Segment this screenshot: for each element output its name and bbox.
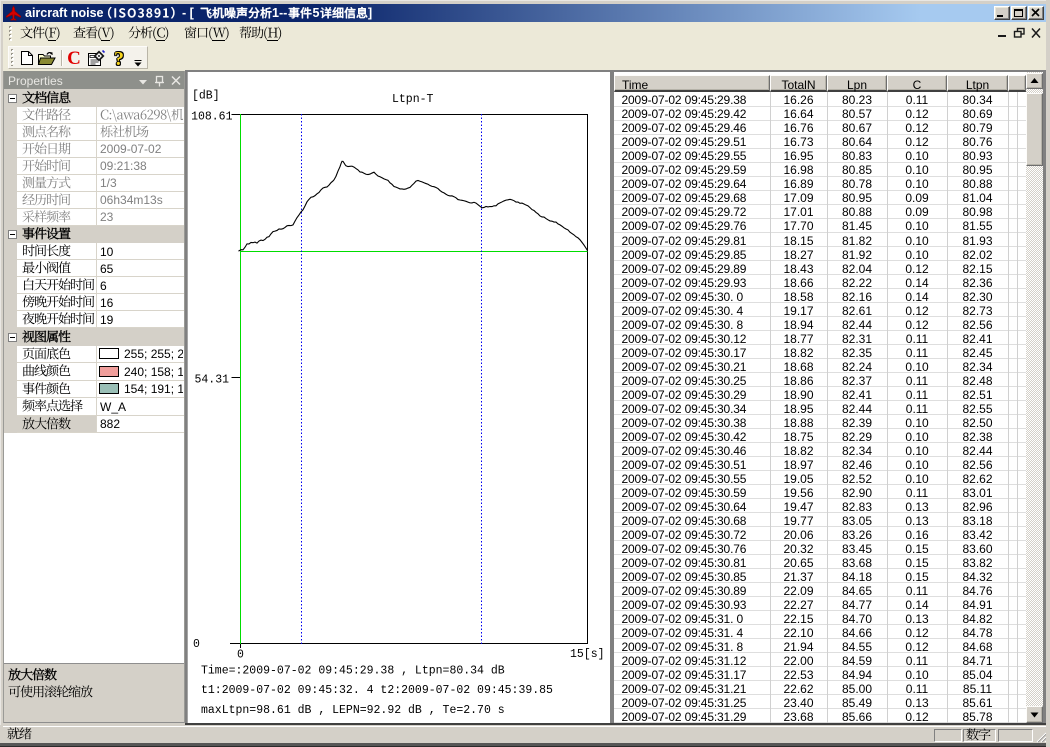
- svg-text:0: 0: [193, 638, 200, 651]
- svg-text:0: 0: [237, 649, 244, 662]
- svg-text:15[s]: 15[s]: [570, 648, 605, 661]
- svg-text:54.31: 54.31: [194, 374, 229, 387]
- svg-text:Ltpn-T: Ltpn-T: [392, 93, 434, 106]
- svg-text:t1:2009-07-02 09:45:32. 4 t2:2: t1:2009-07-02 09:45:32. 4 t2:2009-07-02 …: [201, 684, 553, 697]
- svg-text:Time=:2009-07-02 09:45:29.38 ,: Time=:2009-07-02 09:45:29.38 , Ltpn=80.3…: [201, 665, 505, 678]
- svg-text:maxLtpn=98.61 dB , LEPN=92.92: maxLtpn=98.61 dB , LEPN=92.92 dB , Te=2.…: [201, 704, 505, 717]
- svg-text:[dB]: [dB]: [192, 90, 220, 103]
- svg-text:108.61: 108.61: [191, 111, 233, 124]
